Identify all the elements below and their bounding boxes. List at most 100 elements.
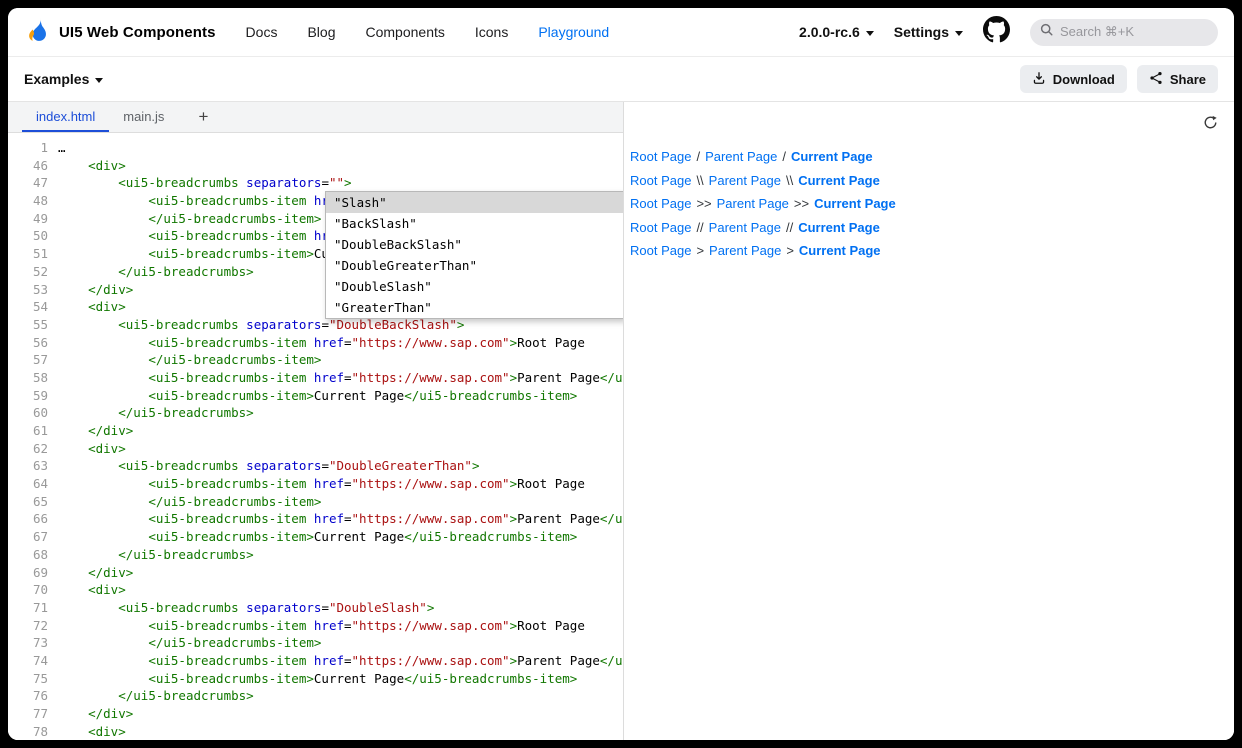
nav-components[interactable]: Components <box>365 24 444 40</box>
breadcrumb-current[interactable]: Current Page <box>814 196 896 211</box>
search-input[interactable]: Search ⌘+K <box>1030 19 1218 46</box>
code-line[interactable]: 78 <div> <box>8 723 623 740</box>
tab-index-html[interactable]: index.html <box>22 102 109 132</box>
code-line[interactable]: 70 <div> <box>8 581 623 599</box>
code-line[interactable]: 76 </ui5-breadcrumbs> <box>8 687 623 705</box>
nav-blog[interactable]: Blog <box>307 24 335 40</box>
code-line[interactable]: 74 <ui5-breadcrumbs-item href="https://w… <box>8 652 623 670</box>
nav-playground[interactable]: Playground <box>538 24 609 40</box>
tab-main-js[interactable]: main.js <box>109 102 178 132</box>
line-number: 68 <box>8 546 58 564</box>
breadcrumb-link[interactable]: Parent Page <box>717 196 789 211</box>
line-code: <ui5-breadcrumbs-item href="https://www.… <box>58 334 623 352</box>
breadcrumb-separator: \\ <box>696 173 703 188</box>
breadcrumb-link[interactable]: Root Page <box>630 173 691 188</box>
breadcrumb-separator: // <box>696 220 703 235</box>
suggestion-item[interactable]: "BackSlash" <box>326 213 623 234</box>
nav-icons[interactable]: Icons <box>475 24 508 40</box>
line-code: <ui5-breadcrumbs-item href="https://www.… <box>58 369 623 387</box>
code-line[interactable]: 63 <ui5-breadcrumbs separators="DoubleGr… <box>8 457 623 475</box>
suggestion-item[interactable]: "DoubleSlash" <box>326 276 623 297</box>
download-button[interactable]: Download <box>1020 65 1127 93</box>
tabs: index.htmlmain.js <box>22 102 178 132</box>
code-line[interactable]: 57 </ui5-breadcrumbs-item> <box>8 351 623 369</box>
line-number: 49 <box>8 210 58 228</box>
code-line[interactable]: 1… <box>8 139 623 157</box>
github-icon <box>983 16 1010 48</box>
code-editor[interactable]: 1…46 <div>47 <ui5-breadcrumbs separators… <box>8 133 623 740</box>
line-code: <ui5-breadcrumbs separators="DoubleGreat… <box>58 457 623 475</box>
line-number: 77 <box>8 705 58 723</box>
brand[interactable]: UI5 Web Components <box>24 17 216 48</box>
code-line[interactable]: 61 </div> <box>8 422 623 440</box>
bar-actions: Download Share <box>1020 65 1218 93</box>
github-link[interactable] <box>983 16 1010 48</box>
line-number: 61 <box>8 422 58 440</box>
code-line[interactable]: 68 </ui5-breadcrumbs> <box>8 546 623 564</box>
breadcrumb-link[interactable]: Root Page <box>630 243 691 258</box>
line-code: </div> <box>58 564 623 582</box>
code-line[interactable]: 67 <ui5-breadcrumbs-item>Current Page</u… <box>8 528 623 546</box>
line-number: 65 <box>8 493 58 511</box>
brand-title: UI5 Web Components <box>59 24 216 41</box>
breadcrumb-current[interactable]: Current Page <box>799 243 881 258</box>
breadcrumb-link[interactable]: Root Page <box>630 220 691 235</box>
code-line[interactable]: 62 <div> <box>8 440 623 458</box>
line-code: </div> <box>58 705 623 723</box>
add-tab-button[interactable]: + <box>186 102 220 132</box>
line-number: 47 <box>8 174 58 192</box>
nav-docs[interactable]: Docs <box>246 24 278 40</box>
code-line[interactable]: 66 <ui5-breadcrumbs-item href="https://w… <box>8 510 623 528</box>
line-number: 75 <box>8 670 58 688</box>
line-code: </ui5-breadcrumbs-item> <box>58 634 623 652</box>
code-line[interactable]: 69 </div> <box>8 564 623 582</box>
code-line[interactable]: 47 <ui5-breadcrumbs separators=""> <box>8 174 623 192</box>
breadcrumb-link[interactable]: Root Page <box>630 196 691 211</box>
code-line[interactable]: 65 </ui5-breadcrumbs-item> <box>8 493 623 511</box>
settings-label: Settings <box>894 24 949 40</box>
code-line[interactable]: 73 </ui5-breadcrumbs-item> <box>8 634 623 652</box>
settings-dropdown[interactable]: Settings <box>894 24 963 40</box>
autocomplete-dropdown: "Slash""BackSlash""DoubleBackSlash""Doub… <box>325 191 623 319</box>
share-button[interactable]: Share <box>1137 65 1218 93</box>
line-number: 76 <box>8 687 58 705</box>
version-dropdown[interactable]: 2.0.0-rc.6 <box>799 24 874 40</box>
breadcrumb-row: Root Page>>Parent Page>>Current Page <box>630 197 1224 211</box>
code-line[interactable]: 46 <div> <box>8 157 623 175</box>
code-line[interactable]: 58 <ui5-breadcrumbs-item href="https://w… <box>8 369 623 387</box>
refresh-button[interactable] <box>1201 113 1220 135</box>
examples-dropdown[interactable]: Examples <box>24 71 103 87</box>
line-number: 1 <box>8 139 58 157</box>
line-code: <ui5-breadcrumbs-item>Current Page</ui5-… <box>58 528 623 546</box>
line-code: <div> <box>58 581 623 599</box>
line-code: <div> <box>58 440 623 458</box>
breadcrumb-current[interactable]: Current Page <box>798 220 880 235</box>
code-line[interactable]: 64 <ui5-breadcrumbs-item href="https://w… <box>8 475 623 493</box>
breadcrumb-link[interactable]: Root Page <box>630 149 691 164</box>
code-line[interactable]: 72 <ui5-breadcrumbs-item href="https://w… <box>8 617 623 635</box>
breadcrumb-current[interactable]: Current Page <box>791 149 873 164</box>
breadcrumb-link[interactable]: Parent Page <box>709 243 781 258</box>
suggestion-item[interactable]: "Slash" <box>326 192 623 213</box>
code-line[interactable]: 71 <ui5-breadcrumbs separators="DoubleSl… <box>8 599 623 617</box>
line-number: 69 <box>8 564 58 582</box>
line-number: 67 <box>8 528 58 546</box>
line-number: 59 <box>8 387 58 405</box>
code-line[interactable]: 59 <ui5-breadcrumbs-item>Current Page</u… <box>8 387 623 405</box>
breadcrumb-current[interactable]: Current Page <box>798 173 880 188</box>
top-header: UI5 Web Components Docs Blog Components Ico… <box>8 8 1234 57</box>
code-line[interactable]: 75 <ui5-breadcrumbs-item>Current Page</u… <box>8 670 623 688</box>
suggestion-item[interactable]: "DoubleBackSlash" <box>326 234 623 255</box>
code-line[interactable]: 60 </ui5-breadcrumbs> <box>8 404 623 422</box>
app-window: UI5 Web Components Docs Blog Components Ico… <box>8 8 1234 740</box>
line-number: 63 <box>8 457 58 475</box>
breadcrumb-link[interactable]: Parent Page <box>709 220 781 235</box>
suggestion-item[interactable]: "DoubleGreaterThan" <box>326 255 623 276</box>
line-code: </ui5-breadcrumbs> <box>58 404 623 422</box>
line-number: 54 <box>8 298 58 316</box>
suggestion-item[interactable]: "GreaterThan" <box>326 297 623 318</box>
code-line[interactable]: 77 </div> <box>8 705 623 723</box>
code-line[interactable]: 56 <ui5-breadcrumbs-item href="https://w… <box>8 334 623 352</box>
breadcrumb-link[interactable]: Parent Page <box>709 173 781 188</box>
breadcrumb-link[interactable]: Parent Page <box>705 149 777 164</box>
